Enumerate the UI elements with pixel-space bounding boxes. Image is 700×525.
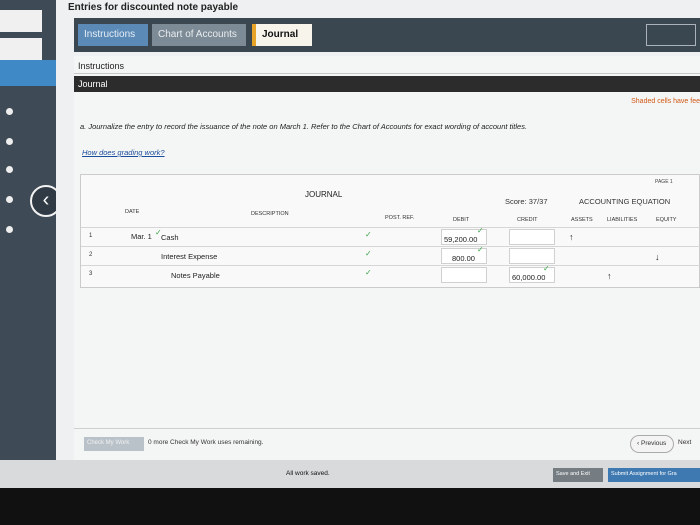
journal-prompt: a. Journalize the entry to record the is… xyxy=(80,122,528,131)
up-arrow-icon: ↑ xyxy=(569,232,574,242)
correct-check-icon: ✓ xyxy=(543,264,550,273)
header-debit: DEBIT xyxy=(453,217,470,223)
tab-chart-of-accounts[interactable]: Chart of Accounts xyxy=(152,24,246,46)
debit-input[interactable] xyxy=(441,267,487,283)
date-cell[interactable]: Mar. 1 xyxy=(131,232,152,241)
correct-check-icon: ✓ xyxy=(365,249,372,258)
debit-value: 59,200.00 xyxy=(444,235,478,244)
debit-value: 800.00 xyxy=(452,254,475,263)
tab-bar: Instructions Chart of Accounts Journal xyxy=(74,18,700,52)
assignment-footer: Check My Work 0 more Check My Work uses … xyxy=(74,428,700,464)
description-cell[interactable]: Cash xyxy=(161,233,179,242)
chevron-left-icon: ‹ xyxy=(42,189,50,211)
page-title: Entries for discounted note payable xyxy=(68,2,239,13)
header-assets: ASSETS xyxy=(571,217,593,223)
journal-title: JOURNAL xyxy=(305,190,343,199)
journal-row: 2 Interest Expense ✓ 800.00 ✓ ↓ xyxy=(81,245,700,264)
check-remaining-text: 0 more Check My Work uses remaining. xyxy=(148,439,264,446)
journal-grid: PAGE 1 JOURNAL Score: 37/37 ACCOUNTING E… xyxy=(80,174,700,288)
correct-check-icon: ✓ xyxy=(477,245,484,254)
tab-instructions[interactable]: Instructions xyxy=(78,24,148,46)
header-equity: EQUITY xyxy=(656,217,677,223)
previous-button[interactable]: ‹ Previous xyxy=(630,435,674,453)
row-number: 1 xyxy=(89,233,93,239)
instructions-heading: Instructions xyxy=(74,56,700,74)
journal-row: 1 Mar. 1 ✓ Cash ✓ 59,200.00 ✓ ↑ xyxy=(81,226,700,245)
rail-dot[interactable] xyxy=(6,108,13,115)
row-number: 3 xyxy=(89,271,93,277)
credit-input[interactable] xyxy=(509,229,555,245)
content: Entries for discounted note payable Inst… xyxy=(56,0,700,480)
rail-dot[interactable] xyxy=(6,166,13,173)
check-my-work-button[interactable]: Check My Work xyxy=(84,437,144,451)
header-date: DATE xyxy=(125,209,140,215)
journal-heading-bar: Journal xyxy=(74,76,700,92)
correct-check-icon: ✓ xyxy=(365,268,372,277)
row-number: 2 xyxy=(89,252,93,258)
rail-dot[interactable] xyxy=(6,138,13,145)
bottom-bar: All work saved. Save and Exit Submit Ass… xyxy=(0,460,700,488)
tab-bar-control[interactable] xyxy=(646,24,696,46)
previous-label: Previous xyxy=(640,440,667,447)
journal-row: 3 Notes Payable ✓ 60,000.00 ✓ ↑ xyxy=(81,264,700,283)
correct-check-icon: ✓ xyxy=(477,226,484,235)
rail-item[interactable] xyxy=(0,38,42,60)
correct-check-icon: ✓ xyxy=(365,230,372,239)
description-cell[interactable]: Notes Payable xyxy=(171,271,220,280)
down-arrow-icon: ↓ xyxy=(655,252,660,262)
next-button[interactable]: Next xyxy=(678,439,691,446)
header-credit: CREDIT xyxy=(517,217,538,223)
credit-value: 60,000.00 xyxy=(512,273,546,282)
header-description: DESCRIPTION xyxy=(251,211,289,217)
rail-item-active[interactable] xyxy=(0,60,58,86)
accounting-equation-title: ACCOUNTING EQUATION xyxy=(579,197,671,206)
save-and-exit-button[interactable]: Save and Exit xyxy=(553,468,603,482)
grading-help-link[interactable]: How does grading work? xyxy=(82,148,165,157)
shaded-cells-note: Shaded cells have fee xyxy=(631,98,700,105)
header-post-ref: POST. REF. xyxy=(385,215,415,221)
tab-journal[interactable]: Journal xyxy=(252,24,312,46)
header-liabilities: LIABILITIES xyxy=(607,217,638,223)
score-label: Score: 37/37 xyxy=(505,197,548,206)
credit-input[interactable] xyxy=(509,248,555,264)
up-arrow-icon: ↑ xyxy=(607,271,612,281)
rail-dot[interactable] xyxy=(6,226,13,233)
screen-bezel xyxy=(0,488,700,525)
assignment-panel: Instructions Journal Shaded cells have f… xyxy=(74,56,700,476)
rail-item[interactable] xyxy=(0,10,42,32)
description-cell[interactable]: Interest Expense xyxy=(161,252,217,261)
screen: ‹ Entries for discounted note payable In… xyxy=(0,0,700,525)
submit-assignment-button[interactable]: Submit Assignment for Gra xyxy=(608,468,700,482)
rail-dot[interactable] xyxy=(6,196,13,203)
left-rail xyxy=(0,0,58,480)
page-number: PAGE 1 xyxy=(655,179,673,185)
save-status: All work saved. xyxy=(286,470,330,477)
